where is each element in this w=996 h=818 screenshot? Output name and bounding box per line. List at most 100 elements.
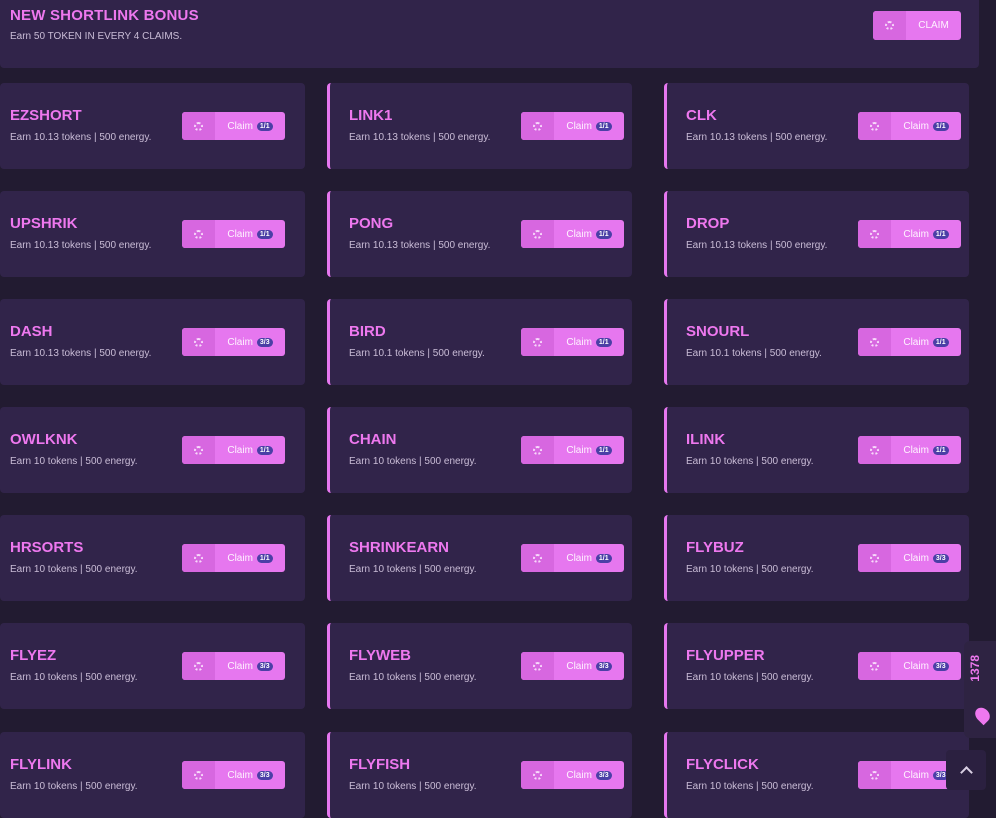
shortlink-name: CLK [686,107,717,124]
shortlink-name: CHAIN [349,431,397,448]
shortlink-card: CLK Earn 10.13 tokens | 500 energy. Claim 1… [664,83,969,169]
claim-label-wrap: Claim 1/1 [554,544,624,572]
claim-button[interactable]: Claim 1/1 [182,220,285,248]
spinner-icon [870,770,879,780]
claim-button[interactable]: Claim 1/1 [521,220,624,248]
claim-label: Claim [566,444,592,456]
spinner-icon [533,121,542,131]
claim-count-badge: 1/1 [932,337,949,347]
claim-button[interactable]: Claim 1/1 [521,112,624,140]
claim-button[interactable]: Claim 3/3 [858,652,961,680]
spinner-icon [194,445,203,455]
bonus-title: NEW SHORTLINK BONUS [10,7,199,24]
shortlink-card: HRSORTS Earn 10 tokens | 500 energy. Claim… [0,515,305,601]
claim-spinner-area [182,544,215,572]
claim-label-wrap: Claim 1/1 [891,328,961,356]
claim-spinner-area [182,112,215,140]
shortlink-reward: Earn 10 tokens | 500 energy. [10,781,138,792]
claim-button[interactable]: Claim 1/1 [521,436,624,464]
claim-label-wrap: Claim 1/1 [554,328,624,356]
claim-spinner-area [182,761,215,789]
claim-button[interactable]: Claim 1/1 [182,436,285,464]
claim-button[interactable]: Claim 1/1 [858,436,961,464]
shortlink-reward: Earn 10.13 tokens | 500 energy. [686,240,828,251]
claim-label-wrap: Claim 1/1 [215,544,285,572]
claim-label-wrap: Claim 3/3 [554,652,624,680]
claim-label-wrap: Claim 3/3 [554,761,624,789]
spinner-icon [533,337,542,347]
spinner-icon [533,445,542,455]
claim-button[interactable]: Claim 3/3 [182,328,285,356]
claim-spinner-area [521,328,554,356]
shortlink-card: FLYWEB Earn 10 tokens | 500 energy. Claim 3… [327,623,632,709]
shortlink-reward: Earn 10 tokens | 500 energy. [10,564,138,575]
claim-button[interactable]: Claim 3/3 [182,652,285,680]
claim-count-badge: 1/1 [256,121,273,131]
shortlink-name: OWLKNK [10,431,78,448]
claim-button[interactable]: Claim 3/3 [521,652,624,680]
claim-count-badge: 1/1 [256,229,273,239]
drop-icon [972,704,993,726]
claim-label-wrap: Claim 1/1 [554,436,624,464]
spinner-icon [194,121,203,131]
scroll-top-button[interactable] [946,750,986,790]
claim-count-badge: 3/3 [595,661,612,671]
shortlink-reward: Earn 10.1 tokens | 500 energy. [686,348,822,359]
shortlink-bonus-panel: NEW SHORTLINK BONUS Earn 50 TOKEN IN EVE… [0,0,979,68]
claim-button[interactable]: Claim 1/1 [858,220,961,248]
shortlink-card: FLYEZ Earn 10 tokens | 500 energy. Claim 3/… [0,623,305,709]
claim-spinner-area [182,328,215,356]
claim-label: Claim [227,336,253,348]
claim-button[interactable]: Claim 3/3 [858,544,961,572]
claim-spinner-area [521,544,554,572]
claim-count-badge: 1/1 [256,553,273,563]
bonus-claim-button[interactable]: CLAIM [873,11,961,40]
claim-spinner-area [521,436,554,464]
claim-spinner-area [858,761,891,789]
shortlink-reward: Earn 10.13 tokens | 500 energy. [10,240,152,251]
shortlink-reward: Earn 10 tokens | 500 energy. [349,781,477,792]
claim-count-badge: 1/1 [595,121,612,131]
spinner-icon [885,21,894,30]
claim-label-wrap: Claim 1/1 [215,220,285,248]
claim-spinner-area [182,436,215,464]
claim-label-wrap: Claim 1/1 [554,112,624,140]
claim-button[interactable]: Claim 3/3 [182,761,285,789]
claim-count-badge: 1/1 [595,337,612,347]
shortlink-card: OWLKNK Earn 10 tokens | 500 energy. Claim 1… [0,407,305,493]
claim-label: Claim [903,336,929,348]
spinner-icon [194,229,203,239]
shortlink-name: FLYBUZ [686,539,744,556]
claim-label: Claim [566,552,592,564]
shortlink-card: UPSHRIK Earn 10.13 tokens | 500 energy. Cl… [0,191,305,277]
claim-label: Claim [227,444,253,456]
bonus-claim-label: CLAIM [918,20,949,31]
claim-spinner-area [521,652,554,680]
chevron-up-icon [959,765,973,779]
spinner-icon [533,661,542,671]
claim-button[interactable]: Claim 1/1 [521,544,624,572]
claim-button[interactable]: Claim 1/1 [521,328,624,356]
claim-count-badge: 3/3 [256,770,273,780]
claim-count-badge: 1/1 [595,553,612,563]
shortlink-name: EZSHORT [10,107,82,124]
claim-label-wrap: Claim 3/3 [891,652,961,680]
claim-spinner-area [521,112,554,140]
claim-label-wrap: Claim 1/1 [215,436,285,464]
claim-spinner-area [858,544,891,572]
claim-button[interactable]: Claim 3/3 [521,761,624,789]
claim-label: Claim [566,120,592,132]
claim-button[interactable]: Claim 1/1 [858,328,961,356]
shortlink-card: ILINK Earn 10 tokens | 500 energy. Claim 1/… [664,407,969,493]
claim-count-badge: 1/1 [932,445,949,455]
spinner-icon [194,553,203,563]
token-counter-widget[interactable]: 1378 [964,641,996,738]
claim-button[interactable]: Claim 1/1 [858,112,961,140]
claim-button[interactable]: Claim 1/1 [182,544,285,572]
spinner-icon [870,661,879,671]
shortlink-reward: Earn 10.13 tokens | 500 energy. [349,240,491,251]
claim-count-badge: 3/3 [932,553,949,563]
claim-button[interactable]: Claim 1/1 [182,112,285,140]
claim-label-wrap: Claim 3/3 [215,761,285,789]
claim-label: Claim [566,228,592,240]
